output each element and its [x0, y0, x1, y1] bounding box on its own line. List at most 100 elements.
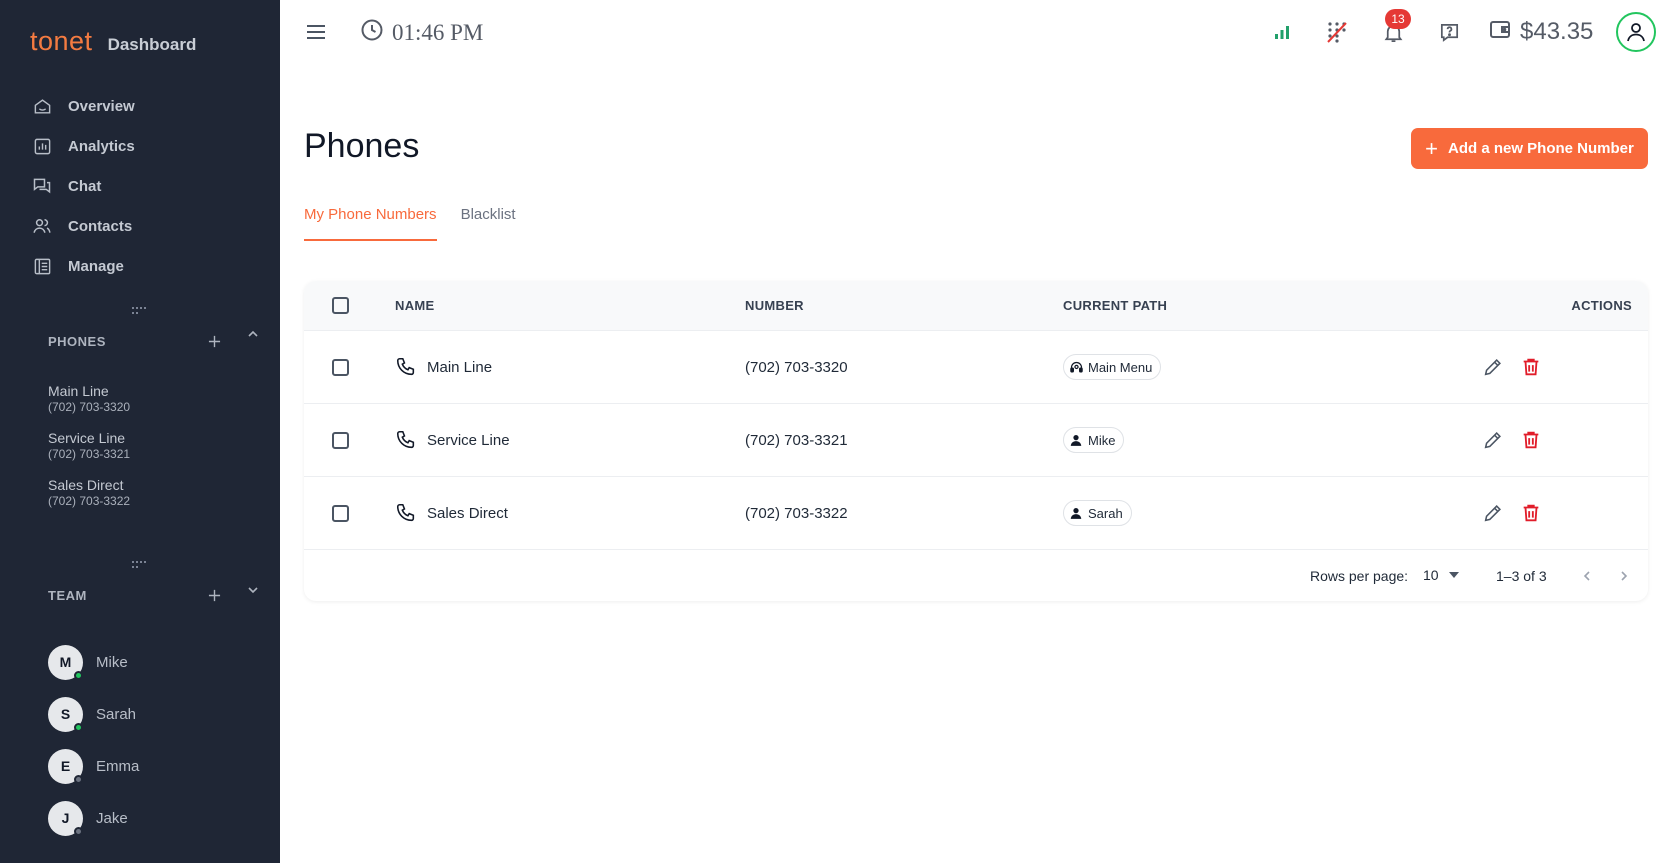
- edit-icon[interactable]: [1480, 354, 1506, 380]
- avatar-initial: E: [60, 758, 71, 774]
- delete-icon[interactable]: [1518, 354, 1544, 380]
- team-member[interactable]: J Jake: [48, 792, 139, 844]
- nav-item-chat[interactable]: Chat: [32, 166, 262, 206]
- drag-handle-icon[interactable]: [132, 307, 146, 315]
- team-member-name: Mike: [96, 653, 128, 671]
- person-icon: [1068, 432, 1084, 448]
- sidebar-phone-name: Service Line: [48, 430, 126, 446]
- sidebar-phone-item[interactable]: Service Line (702) 703-3321: [48, 430, 130, 477]
- add-phone-icon[interactable]: [206, 333, 222, 349]
- topbar: 01:46 PM 13 $43.35: [280, 0, 1672, 64]
- team-member[interactable]: S Sarah: [48, 688, 139, 740]
- current-path-cell: Main Menu: [1063, 354, 1162, 380]
- edit-icon[interactable]: [1480, 500, 1506, 526]
- rows-per-page-value: 10: [1423, 567, 1439, 583]
- table-pagination: Rows per page: 10 1–3 of 3: [304, 549, 1648, 601]
- page-title: Phones: [304, 127, 420, 165]
- rows-per-page-label: Rows per page:: [1310, 568, 1409, 584]
- table-row[interactable]: Main Line (702) 703-3320 Main Menu: [304, 330, 1648, 403]
- brand-subtitle: Dashboard: [107, 35, 197, 54]
- team-member[interactable]: M Mike: [48, 636, 139, 688]
- nav-label: Manage: [68, 257, 124, 275]
- plus-icon: +: [1425, 135, 1438, 161]
- column-header-name[interactable]: NAME: [395, 298, 434, 313]
- table-header: NAME NUMBER CURRENT PATH ACTIONS: [304, 281, 1648, 330]
- hamburger-menu-icon[interactable]: [304, 20, 328, 44]
- notification-badge: 13: [1385, 9, 1411, 29]
- team-member[interactable]: E Emma: [48, 740, 139, 792]
- clock-icon: [360, 18, 384, 47]
- add-phone-number-button[interactable]: + Add a new Phone Number: [1411, 128, 1648, 169]
- tabs: My Phone Numbers Blacklist: [304, 206, 540, 241]
- phone-number-cell: (702) 703-3321: [745, 431, 848, 449]
- column-header-current-path[interactable]: CURRENT PATH: [1063, 298, 1167, 313]
- contacts-icon: [32, 216, 52, 236]
- table-row[interactable]: Service Line (702) 703-3321 Mike: [304, 403, 1648, 476]
- phone-number-cell: (702) 703-3322: [745, 504, 848, 522]
- current-path-cell: Mike: [1063, 427, 1125, 453]
- brand[interactable]: tonet Dashboard: [30, 26, 196, 57]
- team-member-name: Sarah: [96, 705, 137, 723]
- previous-page-icon[interactable]: [1575, 564, 1599, 588]
- wallet-icon: [1488, 17, 1512, 46]
- nav-label: Analytics: [68, 137, 135, 155]
- phones-section-title: PHONES: [48, 333, 106, 349]
- sidebar-phone-number: (702) 703-3320: [48, 400, 131, 414]
- avatar: M: [48, 644, 83, 680]
- chevron-down-icon[interactable]: [246, 583, 260, 597]
- profile-avatar-icon[interactable]: [1616, 12, 1656, 52]
- table-row[interactable]: Sales Direct (702) 703-3322 Sarah: [304, 476, 1648, 549]
- drag-handle-icon[interactable]: [132, 561, 146, 569]
- clock-time: 01:46 PM: [392, 19, 484, 45]
- nav-label: Overview: [68, 97, 135, 115]
- phone-name: Sales Direct: [427, 504, 508, 522]
- add-team-member-icon[interactable]: [206, 587, 222, 603]
- chevron-up-icon[interactable]: [246, 327, 260, 341]
- sidebar-phone-name: Main Line: [48, 383, 109, 399]
- path-chip[interactable]: Main Menu: [1063, 354, 1162, 380]
- nav-item-contacts[interactable]: Contacts: [32, 206, 262, 246]
- sidebar-phone-item[interactable]: Main Line (702) 703-3320: [48, 383, 130, 430]
- nav-item-overview[interactable]: Overview: [32, 86, 262, 126]
- analytics-icon: [32, 136, 52, 156]
- nav-label: Chat: [68, 177, 102, 195]
- home-icon: [32, 96, 52, 116]
- avatar: J: [48, 800, 83, 836]
- chat-icon: [32, 176, 52, 196]
- avatar-initial: S: [60, 706, 71, 722]
- nav-item-analytics[interactable]: Analytics: [32, 126, 262, 166]
- sidebar-phone-number: (702) 703-3321: [48, 447, 131, 461]
- sidebar: tonet Dashboard Overview Analytics Chat: [0, 0, 280, 863]
- rows-per-page-select[interactable]: 10: [1423, 567, 1459, 583]
- column-header-number[interactable]: NUMBER: [745, 298, 804, 313]
- brand-logo[interactable]: tonet: [30, 26, 93, 57]
- phone-icon: [395, 429, 417, 451]
- row-checkbox[interactable]: [332, 504, 349, 522]
- delete-icon[interactable]: [1518, 427, 1544, 453]
- path-chip[interactable]: Sarah: [1063, 500, 1132, 526]
- sidebar-phone-item[interactable]: Sales Direct (702) 703-3322: [48, 477, 130, 524]
- row-checkbox[interactable]: [332, 358, 349, 376]
- tab-blacklist[interactable]: Blacklist: [461, 206, 516, 241]
- next-page-icon[interactable]: [1612, 564, 1636, 588]
- phones-table: NAME NUMBER CURRENT PATH ACTIONS Main Li…: [304, 281, 1648, 601]
- help-icon[interactable]: [1436, 19, 1462, 45]
- delete-icon[interactable]: [1518, 500, 1544, 526]
- team-member-name: Emma: [96, 757, 140, 775]
- signal-strength-icon[interactable]: [1269, 19, 1295, 45]
- select-all-checkbox[interactable]: [332, 297, 349, 314]
- dialpad-off-icon[interactable]: [1324, 19, 1350, 45]
- path-chip[interactable]: Mike: [1063, 427, 1125, 453]
- main-nav: Overview Analytics Chat Contacts Manage: [32, 86, 262, 286]
- team-member-name: Jake: [96, 809, 128, 827]
- nav-item-manage[interactable]: Manage: [32, 246, 262, 286]
- person-icon: [1068, 505, 1084, 521]
- ivr-menu-icon: [1068, 359, 1084, 375]
- path-label: Mike: [1088, 432, 1116, 448]
- tab-my-phone-numbers[interactable]: My Phone Numbers: [304, 206, 437, 241]
- avatar: S: [48, 696, 83, 732]
- balance-widget[interactable]: $43.35: [1488, 17, 1593, 46]
- manage-icon: [32, 256, 52, 276]
- edit-icon[interactable]: [1480, 427, 1506, 453]
- row-checkbox[interactable]: [332, 431, 349, 449]
